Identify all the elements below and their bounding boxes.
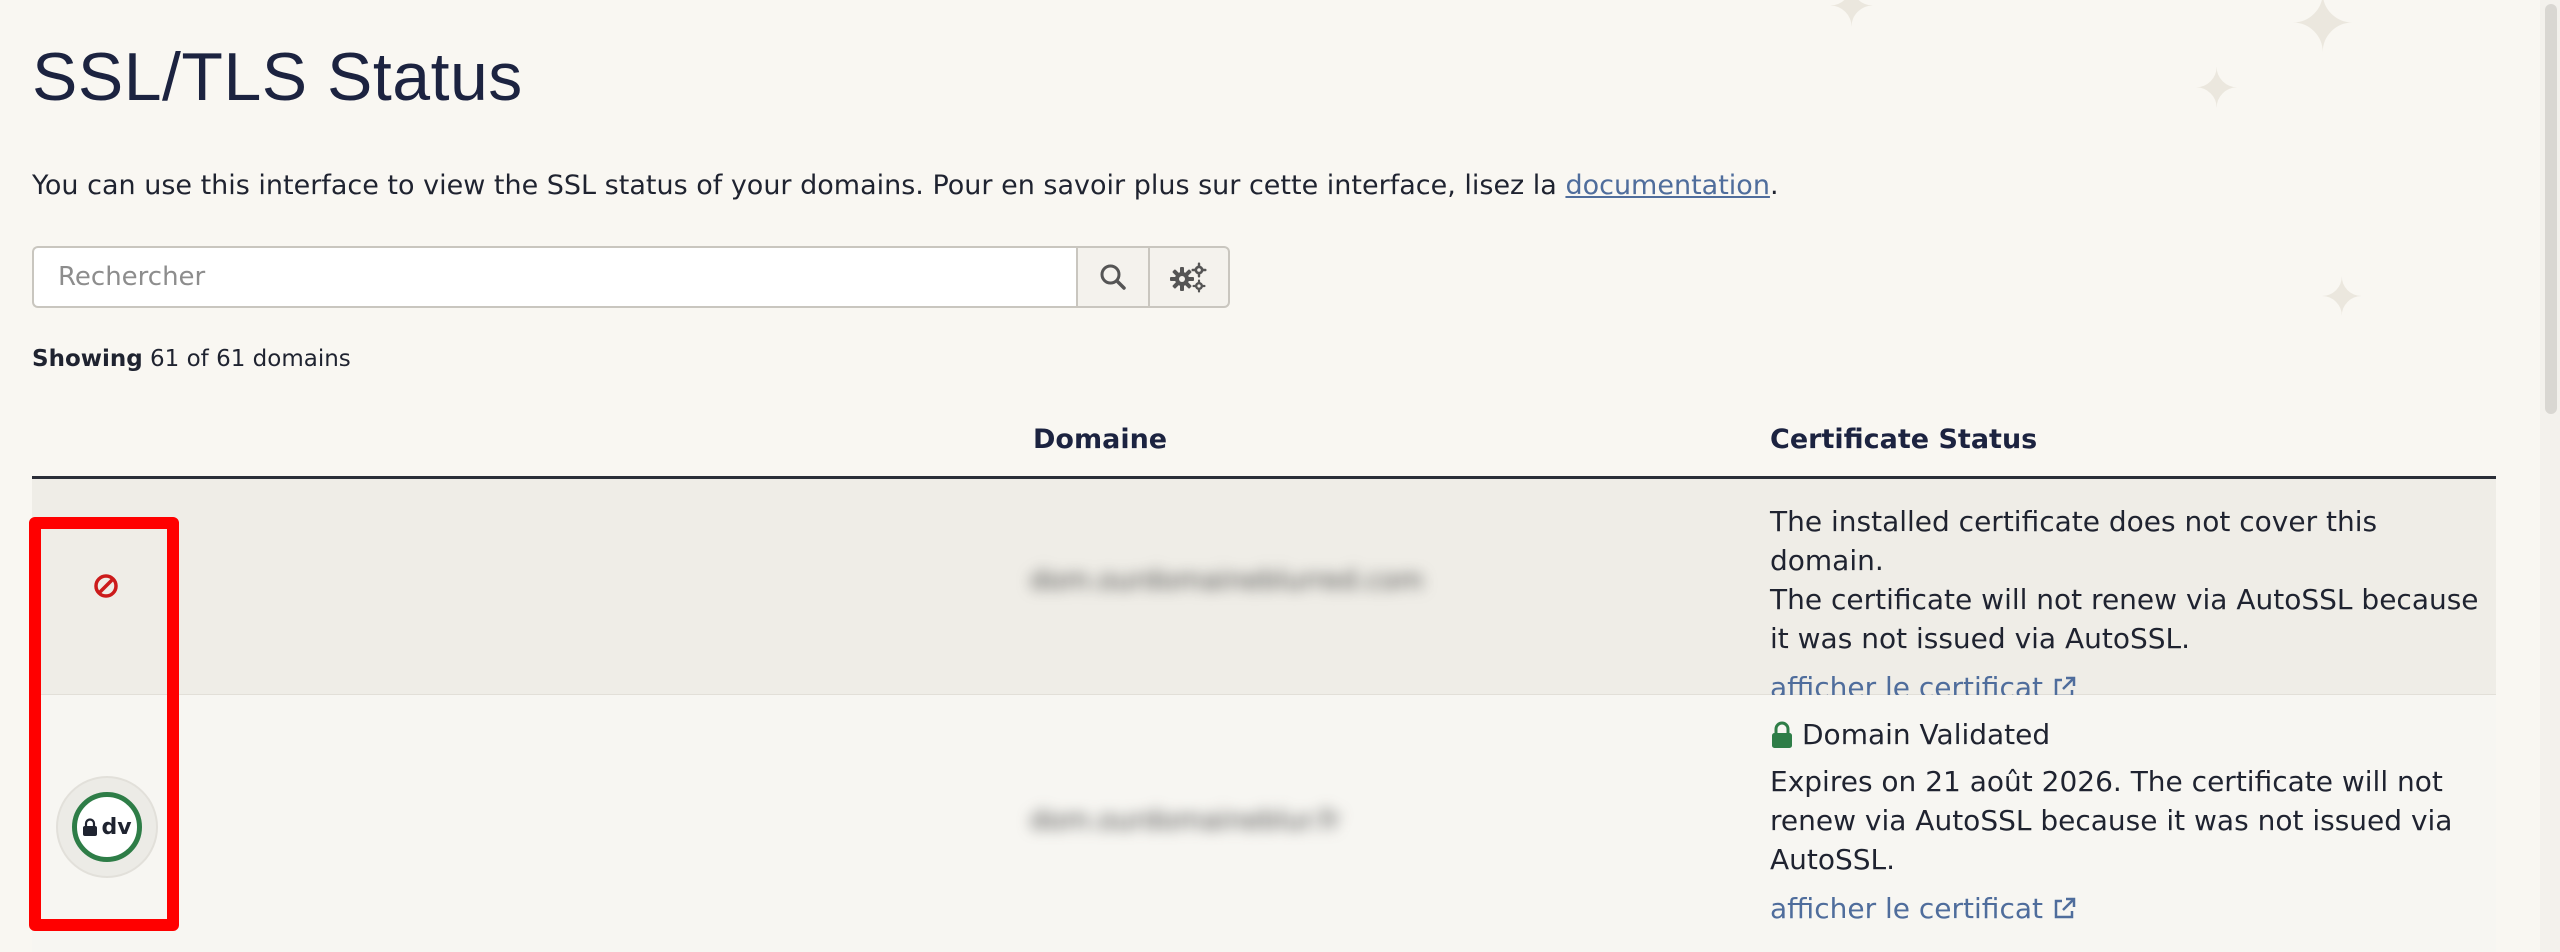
search-bar xyxy=(32,246,1230,312)
sparkle-decoration-icon: ✦ xyxy=(2290,0,2356,70)
highlight-box xyxy=(29,517,179,931)
gears-icon xyxy=(1170,262,1207,293)
page: ✦ ✦ ✦ ✦ SSL/TLS Status You can use this … xyxy=(0,0,2560,952)
view-certificate-link[interactable]: afficher le certificat xyxy=(1770,889,2076,928)
status-line: The certificate will not renew via AutoS… xyxy=(1770,583,2479,616)
vertical-scrollbar[interactable] xyxy=(2540,0,2560,952)
table-header: Domaine Certificate Status xyxy=(32,400,2496,479)
sparkle-decoration-icon: ✦ xyxy=(2320,268,2364,328)
validation-label: Domain Validated xyxy=(1802,718,2051,751)
status-line: Expires on 21 août 2026. The certificate… xyxy=(1770,765,2443,798)
status-line: AutoSSL. xyxy=(1770,843,1896,876)
search-settings-button[interactable] xyxy=(1150,246,1230,308)
column-header-certificate-status[interactable]: Certificate Status xyxy=(1770,424,2037,455)
external-link-icon xyxy=(2054,897,2076,919)
domain-name: dom.ourdomaineblurred.com xyxy=(1030,565,1424,596)
domain-count-label: Showing xyxy=(32,346,143,372)
certificate-status: The installed certificate does not cover… xyxy=(1770,502,2490,707)
view-certificate-label: afficher le certificat xyxy=(1770,892,2043,925)
domain-count-value: 61 of 61 domains xyxy=(142,346,351,372)
domains-table: Domaine Certificate Status dom.ourdomain… xyxy=(32,400,2496,952)
intro-text-body: You can use this interface to view the S… xyxy=(32,170,1566,201)
sparkle-decoration-icon: ✦ xyxy=(2194,57,2240,120)
column-header-domain[interactable]: Domaine xyxy=(1033,424,1167,455)
scrollbar-thumb[interactable] xyxy=(2545,4,2557,414)
validation-type: Domain Validated xyxy=(1770,715,2490,754)
intro-text: You can use this interface to view the S… xyxy=(32,170,1779,201)
sparkle-decoration-icon: ✦ xyxy=(1828,0,1875,40)
domain-name: dom.ourdomaineblur.fr xyxy=(1030,805,1341,836)
search-input[interactable] xyxy=(32,246,1076,308)
status-line: renew via AutoSSL because it was not iss… xyxy=(1770,804,2453,837)
intro-text-end: . xyxy=(1769,170,1779,201)
search-button[interactable] xyxy=(1076,246,1150,308)
status-line: it was not issued via AutoSSL. xyxy=(1770,622,2191,655)
table-row: dom.ourdomaineblur.fr Domain Validated E… xyxy=(32,695,2496,952)
certificate-status: Domain Validated Expires on 21 août 2026… xyxy=(1770,715,2490,928)
page-title: SSL/TLS Status xyxy=(32,39,523,115)
domain-count: Showing 61 of 61 domains xyxy=(32,346,351,372)
search-icon xyxy=(1100,264,1126,290)
status-line: The installed certificate does not cover… xyxy=(1770,505,2378,577)
lock-icon xyxy=(1772,721,1792,748)
table-row: dom.ourdomaineblurred.com The installed … xyxy=(32,479,2496,704)
documentation-link[interactable]: documentation xyxy=(1565,170,1770,201)
